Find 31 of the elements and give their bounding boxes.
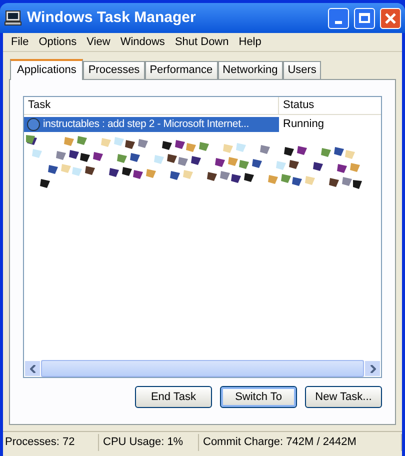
tab[interactable]: Networking bbox=[218, 61, 283, 79]
column-header[interactable]: Status bbox=[279, 97, 381, 114]
browser-icon bbox=[26, 117, 41, 132]
window-title: Windows Task Manager bbox=[27, 8, 197, 28]
tab[interactable]: Processes bbox=[83, 61, 145, 79]
menu-item[interactable]: Windows bbox=[115, 34, 170, 50]
column-header[interactable]: Task bbox=[24, 97, 279, 114]
tab[interactable]: Performance bbox=[144, 61, 218, 79]
scroll-left-button[interactable] bbox=[24, 360, 41, 377]
tab[interactable]: Applications bbox=[10, 59, 84, 80]
menu-item[interactable]: Shut Down bbox=[170, 34, 234, 50]
close-button[interactable] bbox=[380, 8, 401, 28]
dialog-button[interactable]: Switch To bbox=[220, 386, 297, 408]
tab[interactable]: Users bbox=[282, 61, 322, 79]
table-cell-text: instructables : add step 2 - Microsoft Internet... bbox=[43, 116, 249, 132]
status-text: CPU Usage: 1% bbox=[99, 434, 199, 451]
status-text: Processes: 72 bbox=[3, 434, 99, 451]
menu-item[interactable]: Options bbox=[34, 34, 82, 50]
close-icon bbox=[385, 12, 396, 24]
computer-icon bbox=[4, 10, 22, 26]
menu-item[interactable]: File bbox=[6, 34, 34, 50]
menu-item[interactable]: Help bbox=[234, 34, 266, 50]
maximize-button[interactable] bbox=[354, 8, 375, 28]
minimize-button[interactable] bbox=[328, 8, 349, 28]
status-text: Commit Charge: 742M / 2442M bbox=[199, 434, 402, 451]
table-cell-text: Running bbox=[282, 117, 325, 132]
scroll-right-button[interactable] bbox=[364, 360, 381, 377]
dialog-button[interactable]: End Task bbox=[135, 386, 212, 408]
menu-item[interactable]: View bbox=[82, 34, 116, 50]
dialog-button[interactable]: New Task... bbox=[305, 386, 382, 408]
table-row[interactable]: instructables : add step 2 - Microsoft Internet... bbox=[24, 116, 279, 132]
